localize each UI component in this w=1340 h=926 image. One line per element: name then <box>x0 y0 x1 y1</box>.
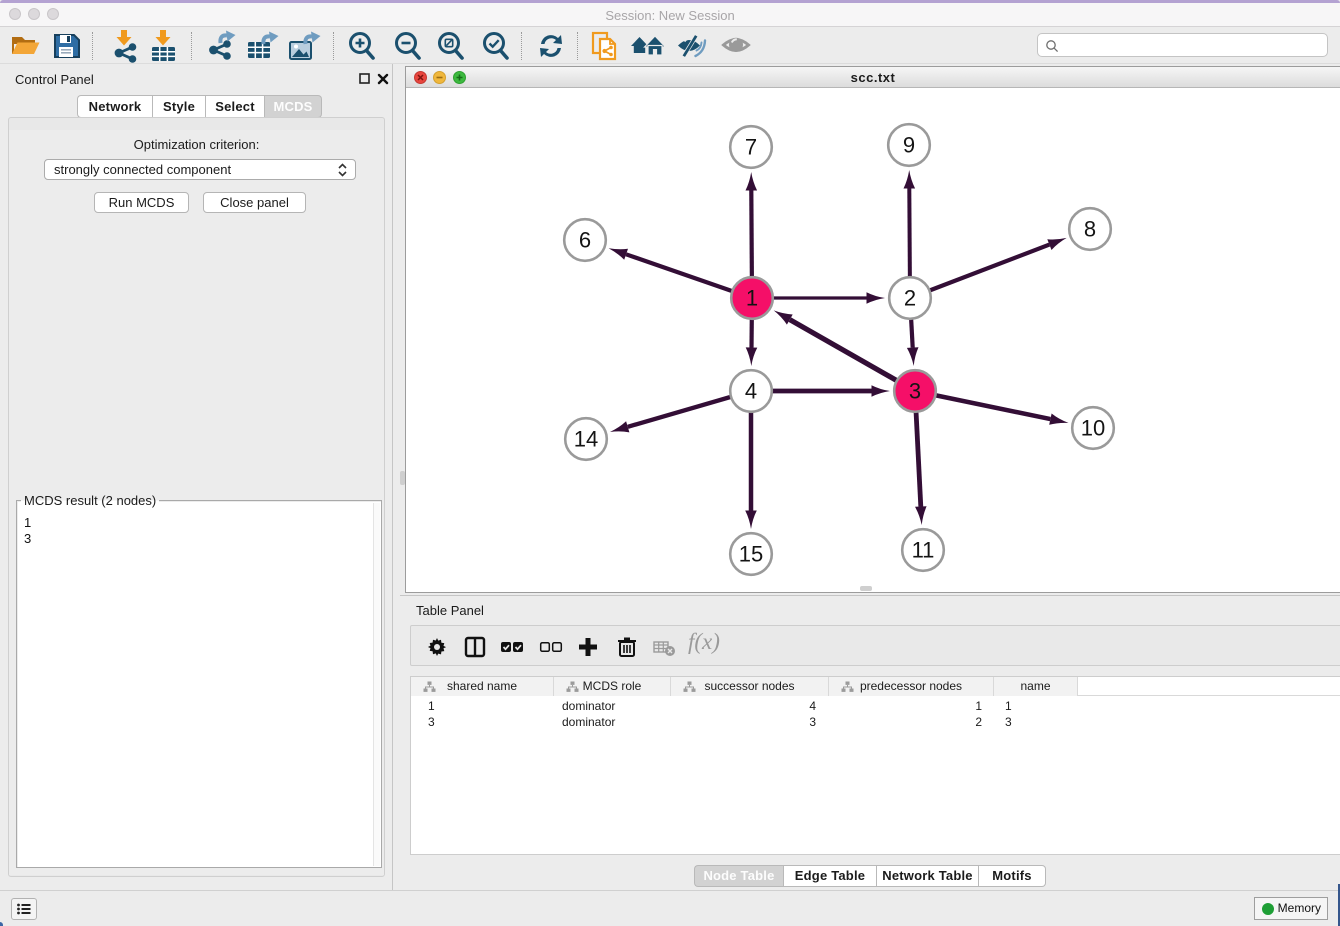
svg-text:8: 8 <box>1084 217 1096 242</box>
svg-text:7: 7 <box>745 135 757 160</box>
svg-text:4: 4 <box>745 379 757 404</box>
svg-text:3: 3 <box>909 379 921 404</box>
svg-text:9: 9 <box>903 133 915 158</box>
svg-text:1: 1 <box>746 286 758 311</box>
svg-text:6: 6 <box>579 228 591 253</box>
svg-text:10: 10 <box>1081 416 1105 441</box>
svg-text:2: 2 <box>904 286 916 311</box>
svg-text:14: 14 <box>574 427 598 452</box>
svg-text:15: 15 <box>739 542 763 567</box>
svg-text:11: 11 <box>912 538 935 563</box>
